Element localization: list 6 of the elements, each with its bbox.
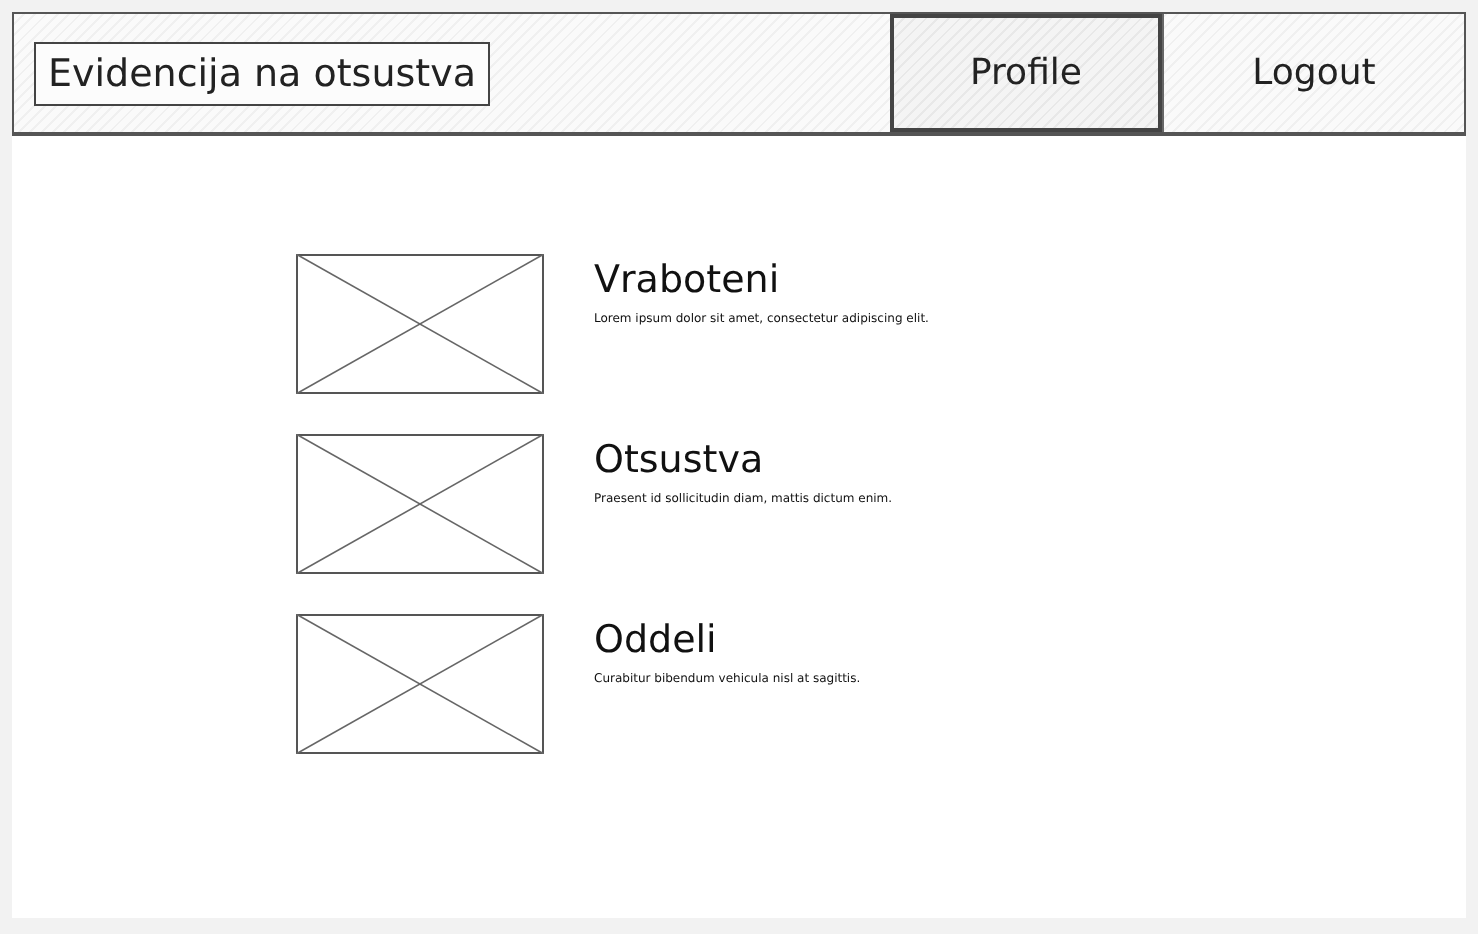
item-title: Oddeli <box>594 618 719 662</box>
nav-button[interactable]: Profile <box>890 14 1162 132</box>
item-title: Otsustva <box>594 438 766 482</box>
item-title: Vraboteni <box>594 258 782 302</box>
app-title: Evidencija na otsustva <box>34 41 490 105</box>
nav-button[interactable]: Logout <box>1162 14 1464 132</box>
